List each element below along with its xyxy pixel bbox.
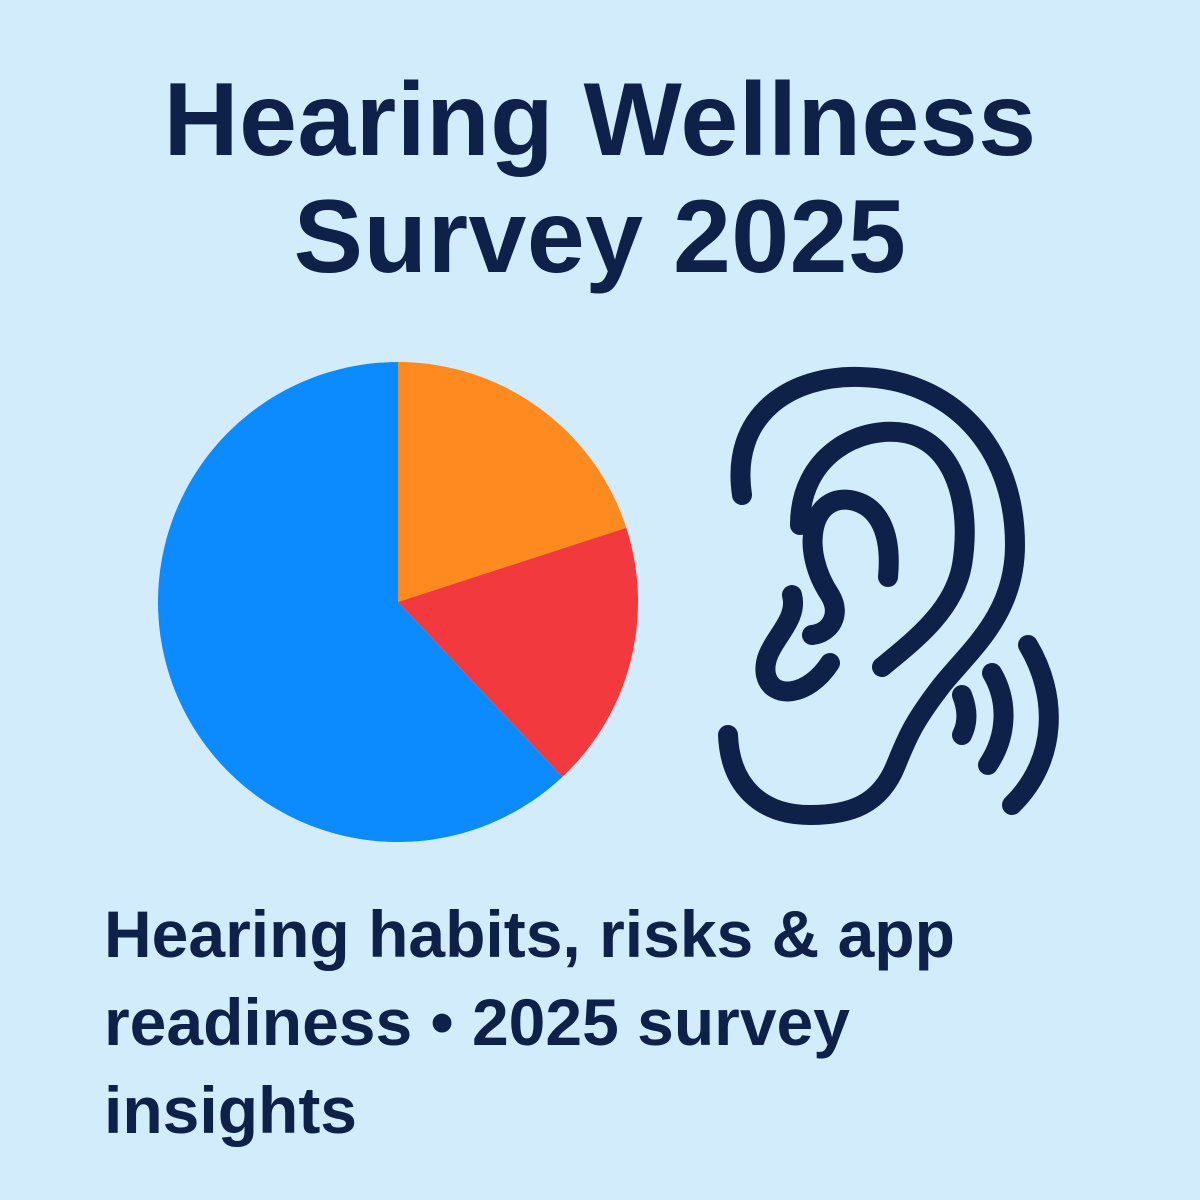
- ear-concha: [802, 489, 899, 645]
- pie-chart: [158, 362, 638, 842]
- tagline-line-3: insights: [104, 1073, 358, 1147]
- tagline-line-2: readiness • 2025 survey: [104, 985, 850, 1059]
- page-title: Hearing Wellness Survey 2025: [0, 62, 1200, 296]
- ear-with-sound-waves-icon: [718, 366, 1059, 825]
- tagline-line-1: Hearing habits, risks & app: [104, 897, 955, 971]
- title-line-1: Hearing Wellness: [163, 62, 1037, 178]
- sound-wave-small: [952, 685, 977, 745]
- infographic-card: Hearing Wellness Survey 2025 Hearing hab…: [0, 0, 1200, 1200]
- sound-wave-medium: [978, 663, 1014, 775]
- sound-wave-large: [1002, 635, 1059, 815]
- title-line-2: Survey 2025: [293, 179, 907, 295]
- tagline: Hearing habits, risks & app readiness • …: [104, 890, 1104, 1154]
